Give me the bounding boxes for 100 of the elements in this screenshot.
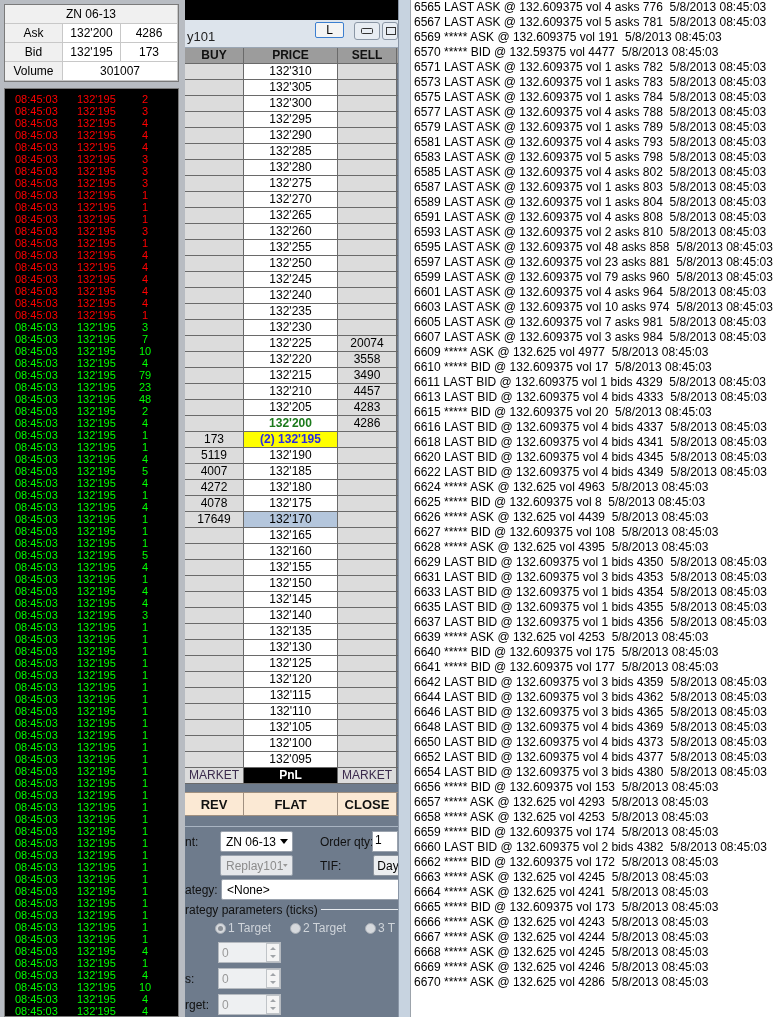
sell-size-cell[interactable]: [338, 704, 397, 719]
price-cell[interactable]: 132'135: [244, 624, 338, 639]
buy-size-cell[interactable]: [185, 128, 244, 143]
order-qty-field[interactable]: 1: [372, 831, 398, 852]
buy-size-cell[interactable]: [185, 240, 244, 255]
price-cell[interactable]: 132'310: [244, 64, 338, 79]
buy-size-cell[interactable]: 4078: [185, 496, 244, 511]
sell-size-cell[interactable]: [338, 64, 397, 79]
tif-dropdown[interactable]: Day: [373, 855, 398, 876]
sell-size-cell[interactable]: 20074: [338, 336, 397, 351]
sell-size-cell[interactable]: 3558: [338, 352, 397, 367]
buy-size-cell[interactable]: [185, 176, 244, 191]
price-cell[interactable]: 132'295: [244, 112, 338, 127]
instrument-dropdown[interactable]: ZN 06-13: [220, 831, 293, 852]
sell-size-cell[interactable]: [338, 672, 397, 687]
price-cell[interactable]: 132'285: [244, 144, 338, 159]
buy-size-cell[interactable]: [185, 224, 244, 239]
restore-button[interactable]: [382, 21, 398, 40]
sell-size-cell[interactable]: [338, 480, 397, 495]
buy-size-cell[interactable]: 4007: [185, 464, 244, 479]
price-cell[interactable]: 132'240: [244, 288, 338, 303]
sell-size-cell[interactable]: [338, 496, 397, 511]
buy-size-cell[interactable]: [185, 80, 244, 95]
price-cell[interactable]: 132'190: [244, 448, 338, 463]
sell-size-cell[interactable]: [338, 752, 397, 767]
buy-size-cell[interactable]: [185, 752, 244, 767]
buy-size-cell[interactable]: 5119: [185, 448, 244, 463]
price-cell[interactable]: (2) 132'195: [244, 432, 338, 447]
buy-size-cell[interactable]: [185, 272, 244, 287]
sell-size-cell[interactable]: [338, 624, 397, 639]
sell-size-cell[interactable]: [338, 128, 397, 143]
price-cell[interactable]: 132'180: [244, 480, 338, 495]
price-cell[interactable]: 132'210: [244, 384, 338, 399]
sell-size-cell[interactable]: [338, 448, 397, 463]
buy-size-cell[interactable]: [185, 208, 244, 223]
price-cell[interactable]: 132'280: [244, 160, 338, 175]
price-cell[interactable]: 132'230: [244, 320, 338, 335]
sell-size-cell[interactable]: [338, 96, 397, 111]
sell-size-cell[interactable]: [338, 720, 397, 735]
buy-size-cell[interactable]: 17649: [185, 512, 244, 527]
sell-size-cell[interactable]: [338, 656, 397, 671]
price-cell[interactable]: 132'160: [244, 544, 338, 559]
sell-size-cell[interactable]: [338, 512, 397, 527]
buy-size-cell[interactable]: [185, 160, 244, 175]
market-button[interactable]: MARKET: [185, 768, 244, 783]
buy-size-cell[interactable]: [185, 256, 244, 271]
sell-size-cell[interactable]: [338, 160, 397, 175]
price-cell[interactable]: 132'170: [244, 512, 338, 527]
market-button[interactable]: MARKET: [338, 768, 397, 783]
price-cell[interactable]: 132'305: [244, 80, 338, 95]
sell-size-cell[interactable]: [338, 592, 397, 607]
sell-size-cell[interactable]: [338, 464, 397, 479]
price-cell[interactable]: 132'225: [244, 336, 338, 351]
price-cell[interactable]: 132'300: [244, 96, 338, 111]
sell-size-cell[interactable]: [338, 112, 397, 127]
price-cell[interactable]: 132'165: [244, 528, 338, 543]
sell-size-cell[interactable]: [338, 240, 397, 255]
sell-size-cell[interactable]: [338, 192, 397, 207]
sell-size-cell[interactable]: [338, 576, 397, 591]
price-cell[interactable]: 132'185: [244, 464, 338, 479]
sell-size-cell[interactable]: [338, 608, 397, 623]
sell-size-cell[interactable]: [338, 560, 397, 575]
sell-size-cell[interactable]: [338, 640, 397, 655]
sell-size-cell[interactable]: [338, 544, 397, 559]
price-cell[interactable]: 132'205: [244, 400, 338, 415]
price-cell[interactable]: 132'220: [244, 352, 338, 367]
action-button[interactable]: REV: [185, 793, 244, 815]
sell-size-cell[interactable]: [338, 688, 397, 703]
sell-size-cell[interactable]: [338, 304, 397, 319]
buy-size-cell[interactable]: [185, 304, 244, 319]
price-cell[interactable]: 132'125: [244, 656, 338, 671]
price-cell[interactable]: 132'100: [244, 736, 338, 751]
buy-size-cell[interactable]: [185, 112, 244, 127]
buy-size-cell[interactable]: 173: [185, 432, 244, 447]
strategy-dropdown[interactable]: <None>: [221, 879, 398, 900]
buy-size-cell[interactable]: [185, 192, 244, 207]
sell-size-cell[interactable]: [338, 432, 397, 447]
price-cell[interactable]: 132'175: [244, 496, 338, 511]
buy-size-cell[interactable]: [185, 336, 244, 351]
buy-size-cell[interactable]: [185, 704, 244, 719]
sell-size-cell[interactable]: [338, 320, 397, 335]
sell-size-cell[interactable]: 3490: [338, 368, 397, 383]
price-cell[interactable]: 132'260: [244, 224, 338, 239]
price-cell[interactable]: 132'155: [244, 560, 338, 575]
sell-size-cell[interactable]: [338, 288, 397, 303]
price-cell[interactable]: 132'200: [244, 416, 338, 431]
sell-size-cell[interactable]: 4283: [338, 400, 397, 415]
price-cell[interactable]: 132'115: [244, 688, 338, 703]
sell-size-cell[interactable]: [338, 80, 397, 95]
price-cell[interactable]: 132'270: [244, 192, 338, 207]
price-cell[interactable]: 132'265: [244, 208, 338, 223]
price-cell[interactable]: 132'275: [244, 176, 338, 191]
price-cell[interactable]: 132'150: [244, 576, 338, 591]
buy-size-cell[interactable]: [185, 320, 244, 335]
price-cell[interactable]: 132'215: [244, 368, 338, 383]
buy-size-cell[interactable]: [185, 416, 244, 431]
price-cell[interactable]: 132'290: [244, 128, 338, 143]
price-cell[interactable]: 132'245: [244, 272, 338, 287]
buy-size-cell[interactable]: [185, 400, 244, 415]
action-button[interactable]: CLOSE: [338, 793, 397, 815]
